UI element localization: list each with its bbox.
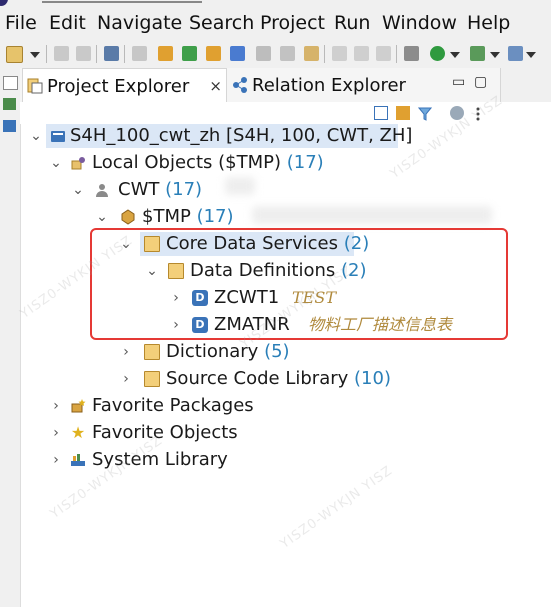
expand-toggle-icon[interactable]: ›: [120, 340, 132, 364]
tree-row-cwt[interactable]: ⌄ CWT (17): [72, 178, 522, 202]
favorite-objects-label: Favorite Objects: [92, 422, 238, 443]
tab-relation-explorer[interactable]: Relation Explorer: [228, 68, 406, 101]
toolbar-separator: [396, 45, 397, 63]
annotation-highlight-box: [90, 228, 508, 340]
project-tree: ⌄ S4H_100_cwt_zh [S4H, 100, CWT, ZH] ⌄ L…: [20, 124, 551, 607]
menu-edit[interactable]: Edit: [49, 12, 86, 34]
menu-window[interactable]: Window: [382, 12, 457, 34]
link-icon[interactable]: [132, 46, 147, 61]
tab-project-explorer[interactable]: Project Explorer ×: [22, 68, 227, 102]
menu-help[interactable]: Help: [467, 12, 510, 34]
project-explorer-icon: [27, 77, 43, 94]
cwt-label: CWT (17): [118, 179, 203, 200]
check-icon[interactable]: [182, 46, 197, 61]
tree-row-project[interactable]: ⌄ S4H_100_cwt_zh [S4H, 100, CWT, ZH]: [30, 124, 530, 148]
local-objects-icon: [70, 155, 86, 171]
menu-bar: File Edit Navigate Search Project Run Wi…: [0, 6, 551, 40]
toolbar-separator: [124, 45, 125, 63]
redaction-blur: [252, 206, 492, 224]
external-tools-dropdown-icon[interactable]: [490, 52, 500, 58]
link-with-editor-icon[interactable]: [396, 106, 410, 120]
run-dropdown-icon[interactable]: [450, 52, 460, 58]
dictionary-label: Dictionary (5): [166, 341, 290, 362]
expand-toggle-icon[interactable]: ›: [50, 394, 62, 418]
system-library-label: System Library: [92, 449, 228, 470]
tmp-label: $TMP (17): [142, 206, 234, 227]
menu-project[interactable]: Project: [260, 12, 325, 34]
menu-navigate[interactable]: Navigate: [97, 12, 182, 34]
sync-icon[interactable]: [450, 106, 464, 120]
settings-icon[interactable]: [256, 46, 271, 61]
maximize-button[interactable]: ▢: [474, 74, 487, 90]
close-icon[interactable]: ×: [209, 77, 222, 95]
debug-icon[interactable]: [404, 46, 419, 61]
collapse-toggle-icon[interactable]: ⌄: [30, 124, 42, 148]
tree-row-source-code-library[interactable]: › Source Code Library (10): [120, 367, 440, 391]
run-icon[interactable]: [430, 46, 445, 61]
toolbar-separator: [324, 45, 325, 63]
system-library-icon: [70, 452, 86, 468]
tab-project-explorer-label: Project Explorer: [47, 76, 190, 97]
menu-file[interactable]: File: [5, 12, 37, 34]
collapse-toggle-icon[interactable]: ⌄: [96, 205, 108, 229]
star-icon: ★: [70, 423, 86, 442]
relation-explorer-icon: [232, 76, 248, 93]
menu-run[interactable]: Run: [334, 12, 370, 34]
tree-row-local-objects[interactable]: ⌄ Local Objects ($TMP) (17): [50, 151, 530, 175]
folder-icon: [144, 371, 160, 387]
new-dropdown-icon[interactable]: [30, 52, 40, 58]
redaction-blur: [225, 177, 255, 195]
favorite-packages-label: Favorite Packages: [92, 395, 254, 416]
search-icon[interactable]: [304, 46, 319, 61]
editor-area-edge: [500, 68, 551, 102]
tree-row-dictionary[interactable]: › Dictionary (5): [120, 340, 420, 364]
expand-toggle-icon[interactable]: ›: [120, 367, 132, 391]
project-label: S4H_100_cwt_zh [S4H, 100, CWT, ZH]: [70, 125, 413, 146]
toolbar-separator: [46, 45, 47, 63]
minimize-button[interactable]: ▭: [452, 74, 465, 90]
activate-icon[interactable]: [230, 46, 245, 61]
menu-search[interactable]: Search: [189, 12, 254, 34]
new-icon[interactable]: [6, 46, 23, 63]
source-code-library-label: Source Code Library (10): [166, 368, 391, 389]
tree-row-system-library[interactable]: › System Library: [50, 448, 350, 472]
coverage-dropdown-icon[interactable]: [526, 52, 536, 58]
title-text-cut: [42, 0, 202, 3]
restore-icon[interactable]: [3, 76, 18, 90]
toolbar-separator: [96, 45, 97, 63]
local-objects-label: Local Objects ($TMP) (17): [92, 152, 324, 173]
collapse-all-icon[interactable]: [374, 106, 388, 120]
view-tab-bar: Project Explorer × Relation Explorer: [20, 68, 500, 103]
format-icon[interactable]: [332, 46, 347, 61]
save-all-icon[interactable]: [76, 46, 91, 61]
outline-icon[interactable]: [3, 120, 16, 132]
collapse-toggle-icon[interactable]: ⌄: [50, 151, 62, 175]
save-icon[interactable]: [54, 46, 69, 61]
main-toolbar: [0, 40, 551, 69]
folder-icon: [144, 344, 160, 360]
filter-icon[interactable]: [417, 106, 433, 121]
tree-row-favorite-objects[interactable]: › ★ Favorite Objects: [50, 421, 350, 445]
open-type-icon[interactable]: [158, 46, 173, 61]
expand-toggle-icon[interactable]: ›: [50, 448, 62, 472]
left-trim-bar: [0, 68, 21, 607]
abap-project-icon: [50, 128, 66, 144]
collapse-toggle-icon[interactable]: ⌄: [72, 178, 84, 202]
view-menu-icon[interactable]: [476, 106, 480, 121]
package-icon: [120, 209, 136, 225]
user-package-icon: [94, 182, 110, 198]
favorite-packages-icon: [70, 398, 86, 414]
expand-toggle-icon[interactable]: ›: [50, 421, 62, 445]
view-toolbar: [20, 102, 500, 124]
coverage-icon[interactable]: [508, 46, 523, 61]
open-resource-icon[interactable]: [206, 46, 221, 61]
console-icon[interactable]: [104, 46, 119, 61]
block-icon[interactable]: [354, 46, 369, 61]
tab-relation-explorer-label: Relation Explorer: [252, 75, 406, 96]
print-icon[interactable]: [280, 46, 295, 61]
pilcrow-icon[interactable]: [376, 46, 391, 61]
tree-row-favorite-packages[interactable]: › Favorite Packages: [50, 394, 350, 418]
package-explorer-icon[interactable]: [3, 98, 16, 110]
external-tools-icon[interactable]: [470, 46, 485, 61]
